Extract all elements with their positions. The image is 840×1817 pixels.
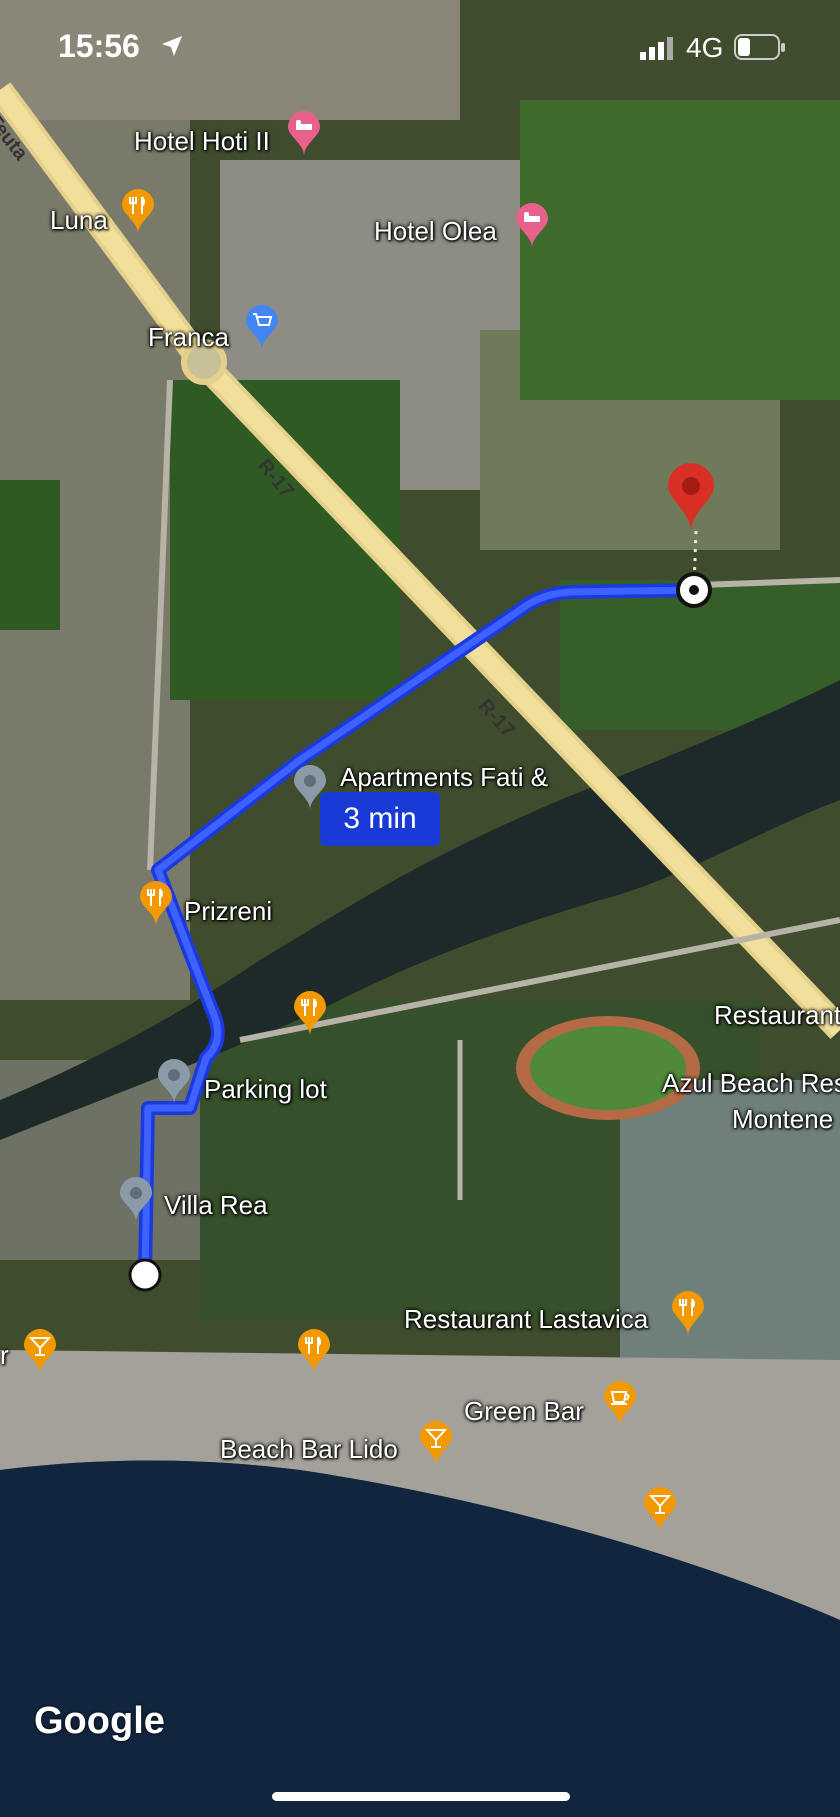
- place-pin-icon[interactable]: [118, 1176, 154, 1224]
- home-indicator[interactable]: [272, 1792, 570, 1801]
- place-label-green-bar[interactable]: Green Bar: [464, 1396, 584, 1427]
- location-arrow-icon: [162, 36, 182, 56]
- signal-icon: [640, 37, 673, 60]
- destination-pin-icon[interactable]: [666, 462, 716, 534]
- place-label-azul-1[interactable]: Azul Beach Res: [662, 1068, 840, 1099]
- place-label-beach-bar-lido[interactable]: Beach Bar Lido: [220, 1434, 398, 1465]
- bar-pin-icon[interactable]: [418, 1420, 454, 1468]
- shopping-pin-icon[interactable]: [244, 304, 280, 352]
- google-logo: Google: [34, 1700, 165, 1742]
- place-label-villa-rea[interactable]: Villa Rea: [164, 1190, 268, 1221]
- place-label-parking[interactable]: Parking lot: [204, 1074, 327, 1105]
- restaurant-pin-icon[interactable]: [138, 880, 174, 928]
- place-label-franca[interactable]: Franca: [148, 322, 229, 353]
- hotel-pin-icon[interactable]: [286, 110, 322, 158]
- restaurant-pin-icon[interactable]: [670, 1290, 706, 1338]
- hotel-pin-icon[interactable]: [514, 202, 550, 250]
- bar-pin-icon[interactable]: [22, 1328, 58, 1376]
- route-start-dot: [128, 1258, 162, 1292]
- place-label-luna[interactable]: Luna: [50, 205, 108, 236]
- place-label-restaurant[interactable]: Restaurant: [714, 1000, 840, 1031]
- status-time: 15:56: [58, 28, 140, 64]
- place-label-left-edge[interactable]: r: [0, 1340, 9, 1371]
- place-label-prizreni[interactable]: Prizreni: [184, 896, 272, 927]
- restaurant-pin-icon[interactable]: [292, 990, 328, 1038]
- network-label: 4G: [686, 32, 724, 63]
- restaurant-pin-icon[interactable]: [296, 1328, 332, 1376]
- satellite-map[interactable]: [0, 0, 840, 1817]
- restaurant-pin-icon[interactable]: [120, 188, 156, 236]
- place-label-lastavica[interactable]: Restaurant Lastavica: [404, 1304, 648, 1335]
- parking-pin-icon[interactable]: [156, 1058, 192, 1106]
- place-label-apartments[interactable]: Apartments Fati &: [340, 762, 548, 793]
- cafe-pin-icon[interactable]: [602, 1380, 638, 1428]
- bar-pin-icon[interactable]: [642, 1486, 678, 1534]
- place-label-azul-2[interactable]: Montene: [732, 1104, 833, 1135]
- battery-icon: [734, 34, 785, 60]
- place-label-hotel-olea[interactable]: Hotel Olea: [374, 216, 497, 247]
- place-label-hotel-hoti[interactable]: Hotel Hoti II: [134, 126, 270, 157]
- route-eta-badge[interactable]: 3 min: [320, 792, 440, 846]
